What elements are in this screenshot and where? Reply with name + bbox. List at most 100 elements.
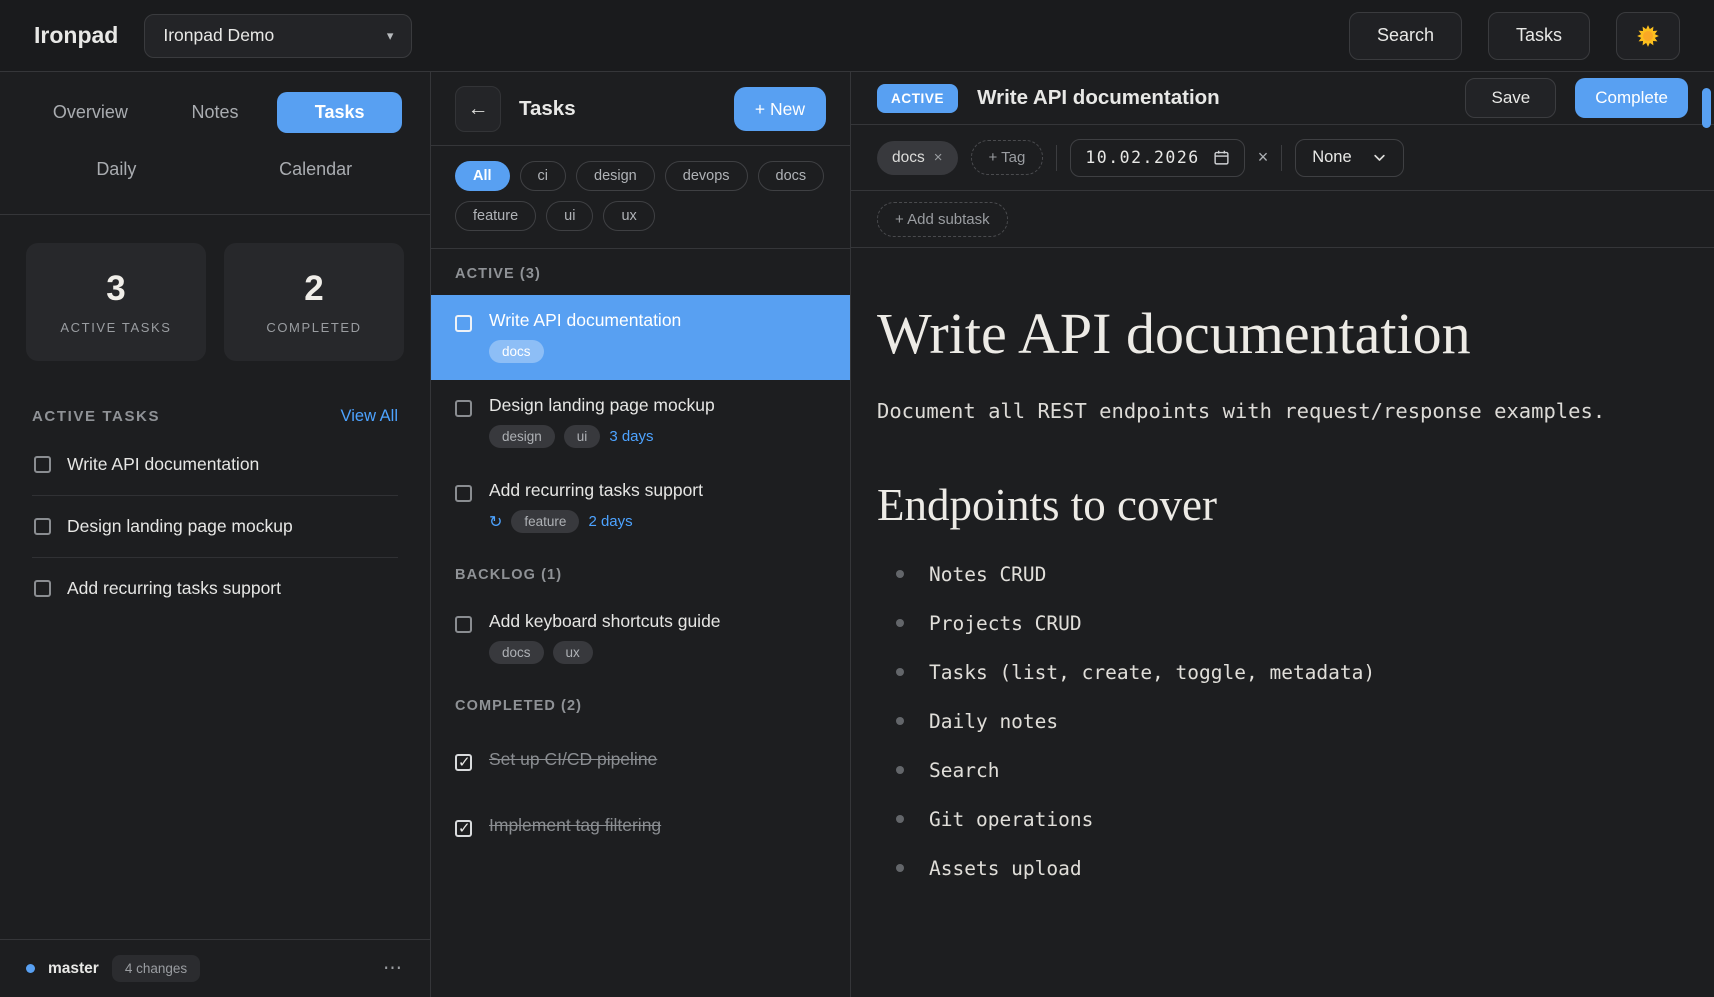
note-bullet-list: Notes CRUD Projects CRUD Tasks (list, cr… — [877, 563, 1654, 880]
checkbox-checked[interactable] — [455, 754, 472, 771]
tag-chip-label: docs — [892, 149, 925, 167]
task-row[interactable]: Implement tag filtering — [431, 793, 850, 859]
sidebar-tab-calendar[interactable]: Calendar — [253, 149, 378, 190]
bullet-item: Notes CRUD — [877, 563, 1654, 586]
task-title: Design landing page mockup — [489, 395, 715, 416]
list-item[interactable]: Add recurring tasks support — [32, 557, 398, 619]
clear-date-button[interactable]: × — [1258, 147, 1269, 168]
task-title: Set up CI/CD pipeline — [489, 749, 657, 770]
task-row[interactable]: Set up CI/CD pipeline — [431, 727, 850, 793]
task-row[interactable]: Design landing page mockup design ui 3 d… — [431, 380, 850, 465]
view-all-link[interactable]: View All — [341, 407, 398, 426]
tasks-panel-title: Tasks — [519, 97, 716, 121]
back-button[interactable]: ← — [455, 86, 501, 132]
due-date-link[interactable]: 3 days — [609, 428, 653, 445]
filter-chip-ui[interactable]: ui — [546, 201, 593, 231]
status-badge: ACTIVE — [877, 84, 958, 113]
bullet-item: Search — [877, 759, 1654, 782]
add-subtask-button[interactable]: + Add subtask — [877, 202, 1008, 237]
calendar-icon[interactable] — [1213, 149, 1230, 166]
filter-chip-design[interactable]: design — [576, 161, 655, 191]
filter-chip-all[interactable]: All — [455, 161, 510, 191]
task-row[interactable]: Add recurring tasks support ↻ feature 2 … — [431, 465, 850, 550]
checkbox-checked[interactable] — [455, 820, 472, 837]
filter-chip-feature[interactable]: feature — [455, 201, 536, 231]
checkbox[interactable] — [34, 580, 51, 597]
filter-chip-devops[interactable]: devops — [665, 161, 748, 191]
bullet-item: Tasks (list, create, toggle, metadata) — [877, 661, 1654, 684]
scrollbar-thumb[interactable] — [1702, 88, 1711, 128]
tasks-panel-header: ← Tasks + New — [431, 72, 850, 146]
tag-badge: design — [489, 425, 555, 448]
tag-badge: ui — [564, 425, 601, 448]
filter-chip-ci[interactable]: ci — [520, 161, 566, 191]
checkbox[interactable] — [455, 400, 472, 417]
overflow-menu-icon[interactable]: ⋯ — [383, 957, 404, 980]
due-date-input[interactable]: 10.02.2026 — [1070, 139, 1244, 177]
tag-badge: docs — [489, 641, 544, 664]
branch-name: master — [48, 960, 99, 978]
divider — [1281, 145, 1282, 171]
back-arrow-icon: ← — [468, 97, 489, 121]
tag-badge: feature — [511, 510, 579, 533]
task-row[interactable]: Add keyboard shortcuts guide docs ux — [431, 596, 850, 681]
tasks-button[interactable]: Tasks — [1488, 12, 1590, 60]
checkbox[interactable] — [34, 518, 51, 535]
theme-toggle-button[interactable] — [1616, 12, 1680, 60]
sidebar-tab-notes[interactable]: Notes — [153, 92, 278, 133]
bullet-item: Daily notes — [877, 710, 1654, 733]
section-header-backlog: BACKLOG (1) — [431, 550, 850, 596]
due-date-link[interactable]: 2 days — [588, 513, 632, 530]
tag-chip-docs[interactable]: docs × — [877, 141, 958, 175]
recurring-icon: ↻ — [489, 512, 502, 532]
subtask-bar: + Add subtask — [851, 191, 1714, 248]
sidebar-tab-overview[interactable]: Overview — [28, 92, 153, 133]
task-title: Add keyboard shortcuts guide — [489, 611, 721, 632]
add-tag-button[interactable]: + Tag — [971, 140, 1044, 175]
sidebar-tab-tasks[interactable]: Tasks — [277, 92, 402, 133]
stats-cards: 3 ACTIVE TASKS 2 COMPLETED — [0, 215, 430, 383]
main-area: Overview Notes Tasks Daily Calendar 3 AC… — [0, 72, 1714, 997]
app-root: Ironpad Ironpad Demo ▾ Search Tasks Over… — [0, 0, 1714, 997]
list-item-label: Write API documentation — [67, 454, 259, 475]
chevron-down-icon — [1372, 150, 1387, 165]
project-select[interactable]: Ironpad Demo ▾ — [144, 14, 412, 58]
note-description: Document all REST endpoints with request… — [877, 399, 1654, 423]
bullet-item: Projects CRUD — [877, 612, 1654, 635]
tag-badge: ux — [553, 641, 593, 664]
search-button[interactable]: Search — [1349, 12, 1462, 60]
active-tasks-heading: ACTIVE TASKS — [32, 408, 160, 425]
task-title: Add recurring tasks support — [489, 480, 703, 501]
remove-tag-icon[interactable]: × — [934, 149, 943, 166]
task-title: Write API documentation — [489, 310, 681, 331]
new-task-button[interactable]: + New — [734, 87, 826, 131]
due-date-value: 10.02.2026 — [1085, 148, 1199, 167]
priority-select[interactable]: None — [1295, 139, 1403, 177]
bullet-item: Git operations — [877, 808, 1654, 831]
list-item-label: Design landing page mockup — [67, 516, 293, 537]
app-header: Ironpad Ironpad Demo ▾ Search Tasks — [0, 0, 1714, 72]
filter-chip-docs[interactable]: docs — [758, 161, 825, 191]
sidebar-tab-daily[interactable]: Daily — [54, 149, 179, 190]
complete-button[interactable]: Complete — [1575, 78, 1688, 118]
detail-title: Write API documentation — [977, 86, 1446, 110]
list-item[interactable]: Design landing page mockup — [32, 495, 398, 557]
project-select-value: Ironpad Demo — [163, 25, 274, 46]
note-section-heading: Endpoints to cover — [877, 479, 1654, 531]
git-status-bar: master 4 changes ⋯ — [0, 939, 430, 997]
save-button[interactable]: Save — [1465, 78, 1556, 118]
task-row[interactable]: Write API documentation docs — [431, 295, 850, 380]
tasks-panel: ← Tasks + New All ci design devops docs … — [431, 72, 851, 997]
filter-chip-ux[interactable]: ux — [603, 201, 654, 231]
sidebar: Overview Notes Tasks Daily Calendar 3 AC… — [0, 72, 431, 997]
checkbox[interactable] — [455, 485, 472, 502]
tag-badge: docs — [489, 340, 544, 363]
note-title: Write API documentation — [877, 300, 1654, 367]
list-item[interactable]: Write API documentation — [32, 434, 398, 495]
changes-badge[interactable]: 4 changes — [112, 955, 200, 982]
checkbox[interactable] — [34, 456, 51, 473]
detail-meta-bar: docs × + Tag 10.02.2026 — [851, 125, 1714, 191]
checkbox[interactable] — [455, 616, 472, 633]
stat-label: ACTIVE TASKS — [60, 320, 171, 335]
checkbox[interactable] — [455, 315, 472, 332]
